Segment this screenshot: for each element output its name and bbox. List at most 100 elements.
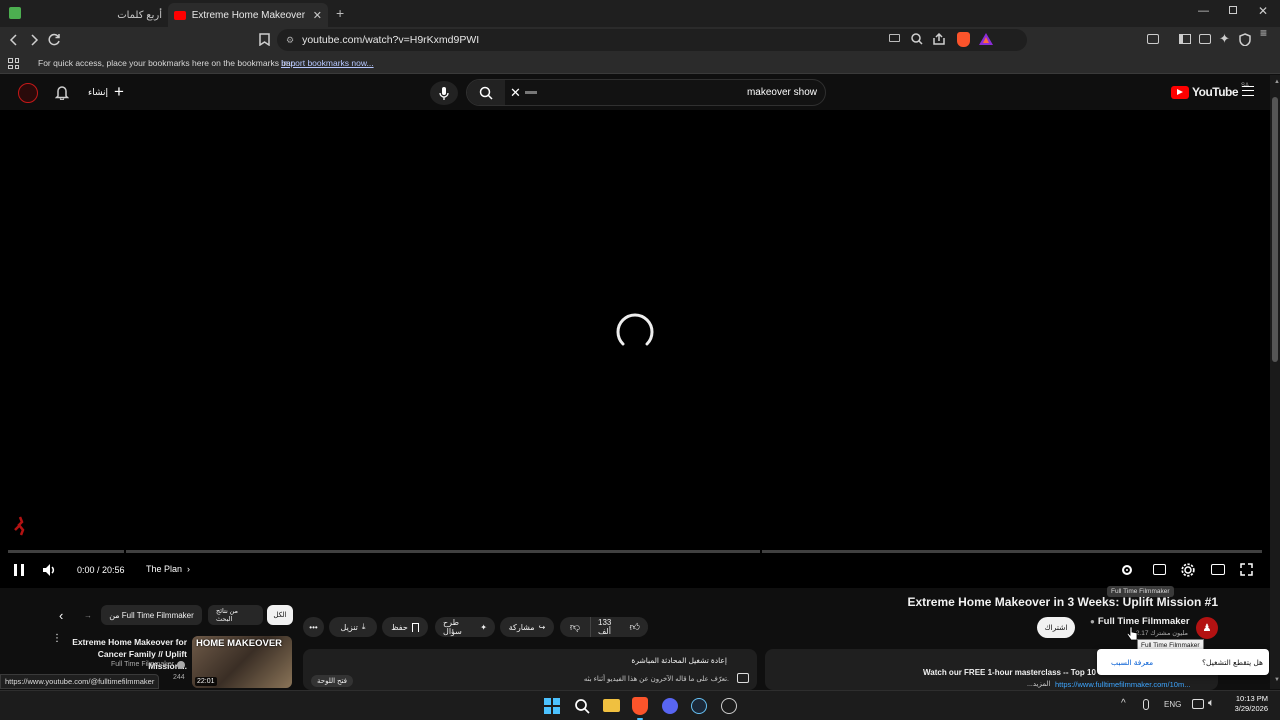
close-tab-icon[interactable]: ✕ xyxy=(313,9,322,22)
reload-icon[interactable] xyxy=(48,33,61,46)
back-icon[interactable] xyxy=(8,34,20,46)
recommended-channel[interactable]: Full Time Filmmaker xyxy=(111,661,174,668)
keyboard-icon[interactable] xyxy=(525,91,537,94)
tab-label: أربع كلمات xyxy=(117,9,162,21)
search-button[interactable] xyxy=(467,80,505,105)
search-input[interactable] xyxy=(567,83,817,101)
clock[interactable]: 10:13 PM 3/29/2026 xyxy=(1224,694,1268,714)
chapter-button[interactable]: The Plan › xyxy=(146,564,190,574)
tab-active[interactable]: Extreme Home Makeover in 3 W ✕ xyxy=(168,3,328,27)
save-button[interactable]: حفظ xyxy=(382,617,428,637)
youtube-logo[interactable]: YouTube SA xyxy=(1171,83,1249,99)
fullscreen-icon[interactable] xyxy=(1240,563,1253,576)
share-label: مشاركة xyxy=(508,622,535,632)
channel-name-text: Full Time Filmmaker xyxy=(1097,616,1190,627)
sparkle-icon: ✦ xyxy=(480,622,487,632)
minimize-button[interactable]: — xyxy=(1198,5,1209,17)
recommended-more-icon[interactable]: ⋮ xyxy=(52,634,62,644)
volume-icon[interactable] xyxy=(42,563,58,577)
subscribe-button[interactable]: اشتراك xyxy=(1037,617,1075,638)
more-actions-button[interactable]: ••• xyxy=(303,617,324,637)
time-display: 0:00 / 20:56 xyxy=(77,565,125,575)
chip-from-channel[interactable]: من Full Time Filmmaker xyxy=(101,605,202,625)
site-info-icon[interactable]: ⚙ xyxy=(286,35,294,46)
app-icon-circle[interactable] xyxy=(721,698,737,714)
taskbar-search-icon[interactable] xyxy=(574,698,590,714)
guide-menu-icon[interactable] xyxy=(1242,86,1254,96)
cast-icon[interactable] xyxy=(889,34,900,42)
create-button[interactable]: إنشاء + xyxy=(88,83,124,100)
scroll-up-icon[interactable]: ▲ xyxy=(1274,79,1280,85)
theater-mode-icon[interactable] xyxy=(1211,564,1225,575)
avatar[interactable] xyxy=(18,83,38,103)
channel-watermark-icon[interactable] xyxy=(13,516,27,536)
progress-bar[interactable] xyxy=(8,550,1262,553)
scrollbar-thumb[interactable] xyxy=(1272,97,1278,362)
learn-why-link[interactable]: معرفة السبب xyxy=(1111,658,1153,667)
vpn-shield-icon[interactable] xyxy=(1239,33,1251,46)
clear-search-icon[interactable]: ✕ xyxy=(510,85,521,101)
brave-browser-icon[interactable] xyxy=(632,697,648,715)
share-arrow-icon: ↪ xyxy=(538,622,546,632)
tray-microphone-icon[interactable] xyxy=(1143,699,1149,710)
like-button[interactable]: 133 ألف 👍︎ xyxy=(590,617,648,637)
autoplay-toggle[interactable] xyxy=(1122,565,1132,575)
discord-icon[interactable] xyxy=(662,698,678,714)
sidebar-toggle-icon[interactable] xyxy=(1179,34,1191,44)
forward-icon[interactable] xyxy=(28,34,40,46)
channel-avatar[interactable]: ♟ xyxy=(1196,617,1218,639)
voice-search-button[interactable] xyxy=(430,81,458,105)
chat-icon xyxy=(737,673,749,683)
youtube-header: إنشاء + ✕ YouTube SA xyxy=(0,75,1270,110)
description-link[interactable]: https://www.fulltimefilmmaker.com/10m... xyxy=(1055,680,1190,689)
bookmark-save-icon xyxy=(411,622,419,632)
zoom-icon[interactable] xyxy=(911,33,923,45)
channel-name[interactable]: ● Full Time Filmmaker xyxy=(1090,616,1190,627)
tray-display-icon[interactable] xyxy=(1192,699,1204,709)
language-indicator[interactable]: ENG xyxy=(1164,700,1181,709)
menu-icon[interactable]: ≡ xyxy=(1260,27,1267,39)
new-tab-button[interactable]: + xyxy=(336,5,344,21)
download-button[interactable]: تنزيل ⤓ xyxy=(329,617,377,637)
pause-icon[interactable] xyxy=(14,564,24,576)
tray-volume-icon[interactable]: 🔈︎ xyxy=(1208,697,1215,710)
download-label: تنزيل xyxy=(340,622,358,632)
close-window-button[interactable]: ✕ xyxy=(1258,4,1268,18)
recommended-thumbnail[interactable]: HOME MAKEOVER 22:01 xyxy=(192,636,292,688)
apps-grid-icon[interactable] xyxy=(8,58,19,69)
share-button[interactable]: مشاركة ↪ xyxy=(500,617,554,637)
search-icon xyxy=(479,86,493,100)
maximize-button[interactable] xyxy=(1229,6,1237,14)
dislike-button[interactable]: 👎︎ xyxy=(560,617,591,637)
reader-mode-icon[interactable] xyxy=(1147,34,1159,44)
chips-scroll-left-icon[interactable]: ‹ xyxy=(59,608,63,623)
video-player[interactable]: 0:00 / 20:56 The Plan › xyxy=(0,110,1270,588)
open-panel-button[interactable]: فتح اللوحة xyxy=(311,675,354,687)
steam-icon[interactable] xyxy=(691,698,707,714)
leo-ai-icon[interactable]: ✦ xyxy=(1219,31,1230,47)
create-label: إنشاء xyxy=(88,86,109,97)
popup-question: هل يتقطع التشغيل؟ xyxy=(1202,658,1263,667)
ask-button[interactable]: طرح سؤال ✦ xyxy=(435,617,495,637)
bookmark-icon[interactable] xyxy=(259,33,270,46)
scroll-down-icon[interactable]: ▼ xyxy=(1274,677,1280,683)
page-scrollbar[interactable]: ▲ ▼ xyxy=(1270,75,1280,689)
thumbnail-text: HOME MAKEOVER xyxy=(196,638,283,649)
share-page-icon[interactable] xyxy=(933,33,946,45)
tab-inactive[interactable]: أربع كلمات xyxy=(80,3,162,27)
live-chat-replay-card[interactable]: إعادة تشغيل المحادثة المباشرة تعرّف على … xyxy=(303,649,757,690)
subtitles-icon[interactable] xyxy=(1153,564,1166,575)
import-bookmarks-link[interactable]: Import bookmarks now... xyxy=(281,58,374,68)
tray-chevron-up-icon[interactable]: ^ xyxy=(1121,698,1126,709)
search-box[interactable]: ✕ xyxy=(466,79,826,106)
windows-start-icon[interactable] xyxy=(544,698,560,714)
chip-all[interactable]: الكل xyxy=(267,605,293,625)
show-more-link[interactable]: ...المزيد xyxy=(1027,680,1050,688)
wallet-icon[interactable] xyxy=(1199,34,1211,44)
notifications-bell-icon[interactable] xyxy=(55,85,69,100)
brave-rewards-icon[interactable] xyxy=(979,33,993,45)
chip-from-search[interactable]: من نتائج البحث xyxy=(208,605,263,625)
brave-shield-icon[interactable] xyxy=(957,32,970,47)
file-explorer-icon[interactable] xyxy=(603,699,620,712)
settings-gear-icon[interactable] xyxy=(1181,563,1195,577)
